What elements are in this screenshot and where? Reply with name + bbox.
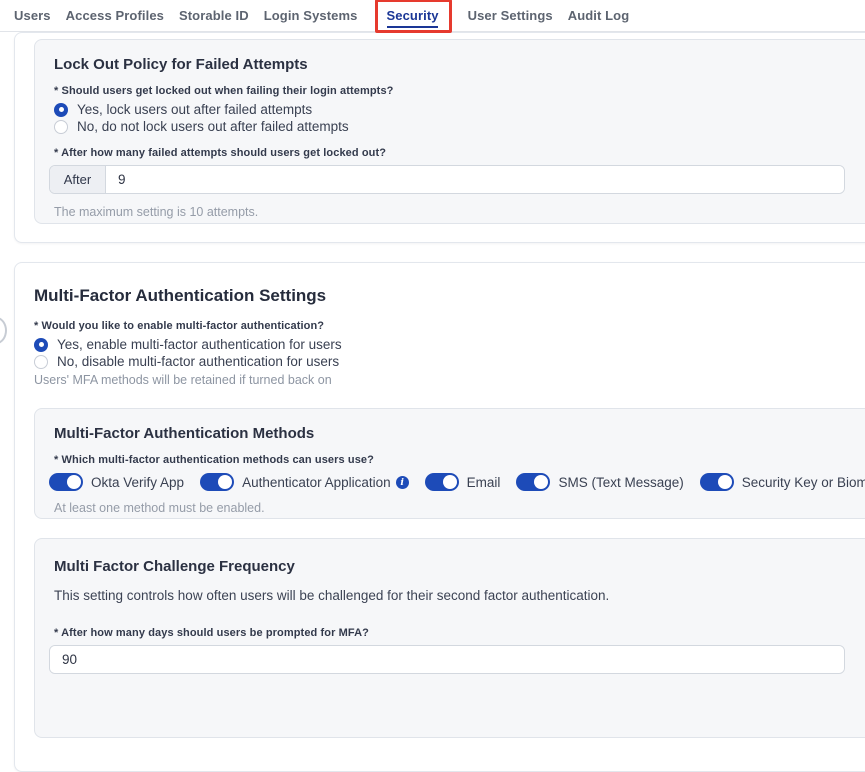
mfa-methods-card: Multi-Factor Authentication Methods * Wh… — [34, 408, 865, 519]
toggle-item-sms: SMS (Text Message) — [516, 473, 683, 491]
mfa-option-yes-label: Yes, enable multi-factor authentication … — [57, 337, 342, 352]
mfa-settings-card: Multi-Factor Authentication Settings * W… — [14, 262, 865, 772]
lockout-helper-text: The maximum setting is 10 attempts. — [54, 205, 845, 219]
mfa-option-no-label: No, disable multi-factor authentication … — [57, 354, 339, 369]
mfa-option-no[interactable]: No, disable multi-factor authentication … — [34, 353, 865, 370]
info-icon[interactable]: i — [396, 476, 409, 489]
radio-unselected-icon[interactable] — [54, 120, 68, 134]
tab-security[interactable]: Security — [387, 8, 439, 23]
toggle-item-authenticator-app: Authenticator Application i — [200, 473, 409, 491]
security-key-label: Security Key or Biometric — [742, 475, 865, 490]
lockout-question-label: * Should users get locked out when faili… — [54, 85, 845, 97]
lockout-attempts-input-prefix: After — [50, 166, 106, 193]
radio-selected-icon[interactable] — [54, 103, 68, 117]
mfa-methods-toggle-row: Okta Verify App Authenticator Applicatio… — [49, 473, 865, 491]
authenticator-app-label: Authenticator Application — [242, 475, 391, 490]
sms-toggle[interactable] — [516, 473, 550, 491]
okta-verify-label: Okta Verify App — [91, 475, 184, 490]
lockout-option-yes-label: Yes, lock users out after failed attempt… — [77, 102, 312, 117]
tab-users[interactable]: Users — [14, 8, 51, 23]
lockout-count-question-label: * After how many failed attempts should … — [54, 147, 845, 159]
lockout-option-no-label: No, do not lock users out after failed a… — [77, 119, 349, 134]
mfa-methods-helper-text: At least one method must be enabled. — [54, 501, 865, 515]
mfa-frequency-title: Multi Factor Challenge Frequency — [54, 559, 845, 574]
mfa-methods-title: Multi-Factor Authentication Methods — [54, 426, 865, 441]
lockout-attempts-input[interactable] — [106, 166, 844, 193]
tab-security-label: Security — [387, 8, 439, 23]
lockout-option-no[interactable]: No, do not lock users out after failed a… — [54, 118, 845, 135]
okta-verify-toggle[interactable] — [49, 473, 83, 491]
settings-tab-bar: Users Access Profiles Storable ID Login … — [0, 0, 865, 32]
radio-selected-icon[interactable] — [34, 338, 48, 352]
lockout-policy-title: Lock Out Policy for Failed Attempts — [54, 57, 845, 72]
radio-unselected-icon[interactable] — [34, 355, 48, 369]
email-toggle[interactable] — [425, 473, 459, 491]
security-key-toggle[interactable] — [700, 473, 734, 491]
mfa-option-yes[interactable]: Yes, enable multi-factor authentication … — [34, 336, 865, 353]
lockout-policy-card: Lock Out Policy for Failed Attempts * Sh… — [34, 39, 865, 224]
mfa-days-input-group — [49, 645, 845, 674]
email-label: Email — [467, 475, 501, 490]
tab-login-systems[interactable]: Login Systems — [264, 8, 358, 23]
tab-access-profiles[interactable]: Access Profiles — [66, 8, 164, 23]
active-tab-underline — [387, 26, 438, 28]
cut-off-circle-decoration — [0, 317, 7, 344]
lockout-attempts-input-group: After — [49, 165, 845, 194]
mfa-frequency-description: This setting controls how often users wi… — [54, 588, 845, 604]
lockout-policy-outer-card: Lock Out Policy for Failed Attempts * Sh… — [14, 32, 865, 243]
tab-storable-id[interactable]: Storable ID — [179, 8, 249, 23]
lockout-option-yes[interactable]: Yes, lock users out after failed attempt… — [54, 101, 845, 118]
mfa-frequency-card: Multi Factor Challenge Frequency This se… — [34, 538, 865, 738]
authenticator-app-toggle[interactable] — [200, 473, 234, 491]
mfa-settings-title: Multi-Factor Authentication Settings — [34, 286, 865, 305]
mfa-days-input[interactable] — [50, 646, 844, 673]
toggle-item-email: Email — [425, 473, 501, 491]
toggle-item-okta-verify: Okta Verify App — [49, 473, 184, 491]
sms-label: SMS (Text Message) — [558, 475, 683, 490]
mfa-methods-question-label: * Which multi-factor authentication meth… — [54, 454, 865, 466]
toggle-item-security-key: Security Key or Biometric i — [700, 473, 865, 491]
mfa-retained-note: Users' MFA methods will be retained if t… — [34, 373, 865, 387]
tab-audit-log[interactable]: Audit Log — [568, 8, 630, 23]
tab-user-settings[interactable]: User Settings — [468, 8, 553, 23]
mfa-frequency-question-label: * After how many days should users be pr… — [54, 627, 845, 639]
mfa-enable-question-label: * Would you like to enable multi-factor … — [34, 320, 865, 332]
